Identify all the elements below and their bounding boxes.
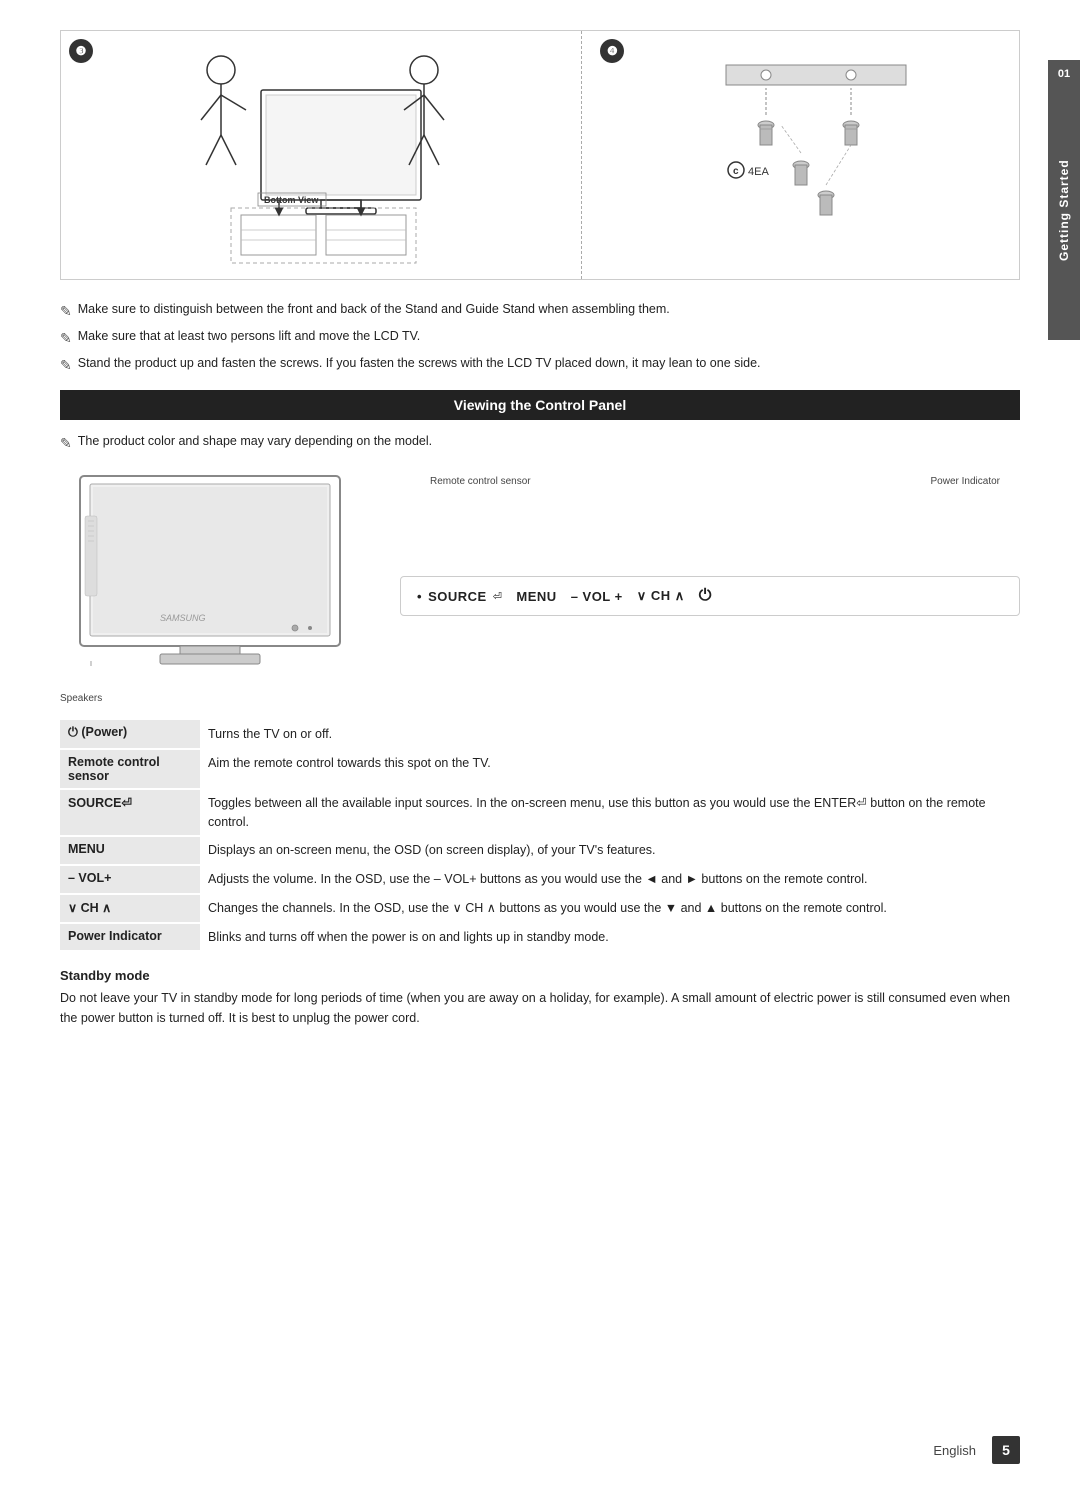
feature-table: ⏻ (Power)Turns the TV on or off.Remote c… (60, 720, 1020, 952)
feature-description: Adjusts the volume. In the OSD, use the … (200, 865, 1020, 894)
feature-row: Remote control sensorAim the remote cont… (60, 749, 1020, 789)
feature-row: MENUDisplays an on-screen menu, the OSD … (60, 836, 1020, 865)
feature-name: MENU (60, 836, 200, 865)
feature-name: – VOL+ (60, 865, 200, 894)
control-panel-area: SAMSUNG Speakers (60, 466, 1020, 704)
notes-section: ✎ Make sure to distinguish between the f… (60, 300, 1020, 376)
note-icon-1: ✎ (60, 301, 72, 322)
feature-row: ∨ CH ∧Changes the channels. In the OSD, … (60, 894, 1020, 923)
svg-text:4EA: 4EA (748, 166, 769, 178)
power-indicator-label: Power Indicator (931, 476, 1000, 487)
footer-language: English (933, 1443, 976, 1458)
feature-description: Blinks and turns off when the power is o… (200, 923, 1020, 952)
illustration-step3: ❸ (61, 31, 582, 279)
footer-page: 5 (992, 1436, 1020, 1464)
note-item-1: ✎ Make sure to distinguish between the f… (60, 300, 1020, 322)
feature-row: ⏻ (Power)Turns the TV on or off. (60, 720, 1020, 749)
ch-label: ∨ CH ∧ (637, 588, 685, 604)
feature-name: ⏻ (Power) (60, 720, 200, 749)
footer: English 5 (60, 1436, 1020, 1464)
step4-badge: ❹ (600, 39, 624, 63)
color-note-icon: ✎ (60, 433, 72, 454)
feature-row: – VOL+Adjusts the volume. In the OSD, us… (60, 865, 1020, 894)
feature-name: Power Indicator (60, 923, 200, 952)
control-bar: • SOURCE ⏎ MENU – VOL + ∨ CH ∧ ⏻ (400, 576, 1020, 616)
svg-text:Bottom View: Bottom View (264, 195, 319, 205)
feature-description: Changes the channels. In the OSD, use th… (200, 894, 1020, 923)
standby-title: Standby mode (60, 968, 1020, 983)
note-item-2: ✎ Make sure that at least two persons li… (60, 327, 1020, 349)
note-icon-2: ✎ (60, 328, 72, 349)
page-container: ❸ (0, 0, 1080, 1494)
step4-svg: c 4EA (686, 45, 926, 265)
feature-name: ∨ CH ∧ (60, 894, 200, 923)
step3-badge: ❸ (69, 39, 93, 63)
feature-description: Turns the TV on or off. (200, 720, 1020, 749)
feature-name: Remote control sensor (60, 749, 200, 789)
vol-label: – VOL + (571, 589, 623, 604)
feature-description: Displays an on-screen menu, the OSD (on … (200, 836, 1020, 865)
feature-row: SOURCE⏎Toggles between all the available… (60, 789, 1020, 837)
power-symbol: ⏻ (699, 587, 712, 605)
feature-row: Power IndicatorBlinks and turns off when… (60, 923, 1020, 952)
source-label: SOURCE (428, 589, 487, 604)
tv-diagram-svg: SAMSUNG (60, 466, 360, 686)
note-icon-3: ✎ (60, 355, 72, 376)
svg-text:c: c (733, 166, 739, 177)
color-note: ✎ The product color and shape may vary d… (60, 432, 1020, 454)
remote-sensor-label: Remote control sensor (430, 476, 531, 487)
control-labels-area: Remote control sensor Power Indicator • … (400, 466, 1020, 616)
step3-svg: Bottom View (176, 40, 466, 270)
feature-description: Aim the remote control towards this spot… (200, 749, 1020, 789)
tv-diagram: SAMSUNG Speakers (60, 466, 380, 704)
standby-section: Standby mode Do not leave your TV in sta… (60, 968, 1020, 1028)
standby-text: Do not leave your TV in standby mode for… (60, 988, 1020, 1028)
note-item-3: ✎ Stand the product up and fasten the sc… (60, 354, 1020, 376)
source-icon: ⏎ (493, 590, 503, 603)
menu-label: MENU (516, 589, 556, 604)
control-dot: • (417, 589, 422, 604)
feature-description: Toggles between all the available input … (200, 789, 1020, 837)
illustration-area: ❸ (60, 30, 1020, 280)
speakers-label: Speakers (60, 693, 380, 704)
feature-name: SOURCE⏎ (60, 789, 200, 837)
section-header: Viewing the Control Panel (60, 390, 1020, 420)
svg-text:SAMSUNG: SAMSUNG (160, 613, 206, 623)
illustration-step4: ❹ (592, 31, 1019, 279)
